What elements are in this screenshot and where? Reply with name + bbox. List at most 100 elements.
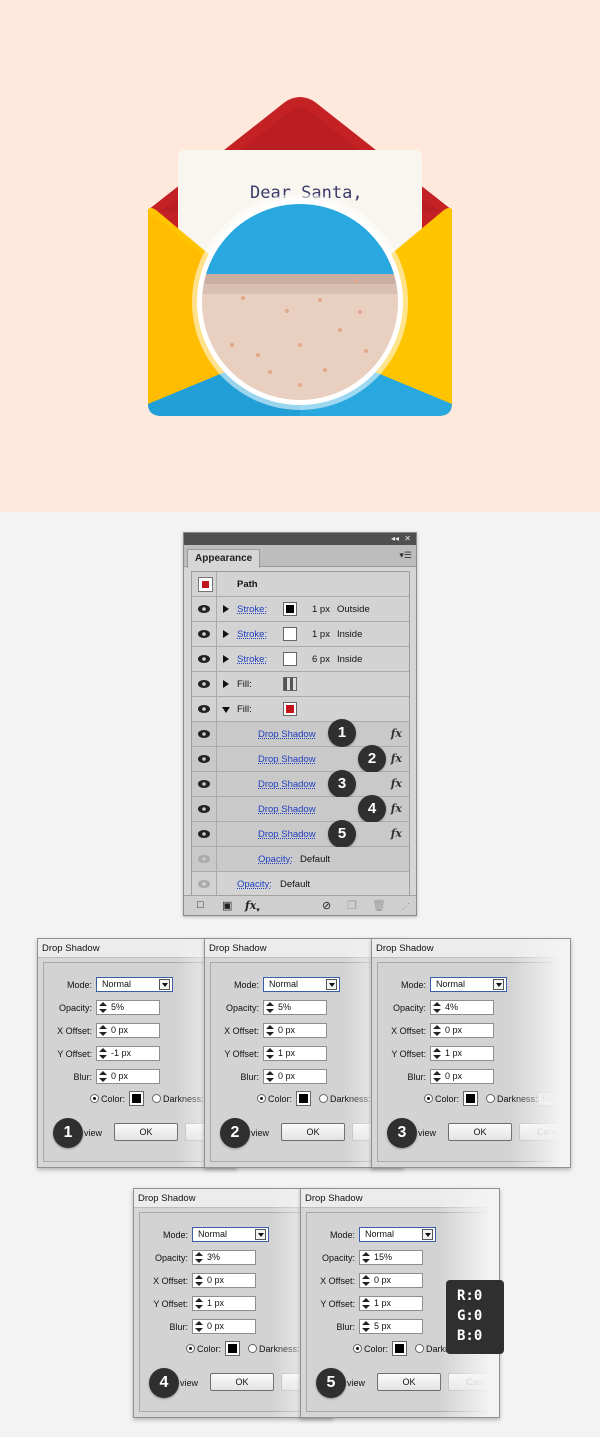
shadow-color-swatch[interactable]: [463, 1091, 478, 1106]
preview-label[interactable]: view: [418, 1128, 436, 1138]
y-offset-field[interactable]: 1 px: [430, 1046, 494, 1061]
drop-shadow-link[interactable]: Drop Shadow: [258, 754, 316, 765]
stepper-icon[interactable]: [433, 1002, 441, 1013]
path-opacity-row[interactable]: Opacity: Default: [192, 872, 409, 897]
duplicate-item-icon[interactable]: ❐: [347, 899, 357, 912]
visibility-eye-icon[interactable]: [198, 755, 210, 763]
add-stroke-icon[interactable]: □: [197, 899, 204, 911]
chevron-down-icon[interactable]: [255, 1229, 266, 1240]
shadow-color-swatch[interactable]: [392, 1341, 407, 1356]
shadow-color-swatch[interactable]: [129, 1091, 144, 1106]
darkness-radio[interactable]: [319, 1094, 328, 1103]
expand-triangle-icon[interactable]: [223, 680, 229, 688]
visibility-eye-icon[interactable]: [198, 805, 210, 813]
effect-row-drop-shadow[interactable]: Drop Shadow 1 fx: [192, 719, 409, 747]
stepper-icon[interactable]: [99, 1002, 107, 1013]
preview-label[interactable]: view: [84, 1128, 102, 1138]
stroke-link[interactable]: Stroke:: [237, 654, 267, 665]
visibility-eye-icon[interactable]: [198, 855, 210, 863]
appearance-row-stroke[interactable]: Stroke: 1 px Outside: [192, 597, 409, 622]
x-offset-field[interactable]: 0 px: [359, 1273, 423, 1288]
stepper-icon[interactable]: [362, 1298, 370, 1309]
darkness-radio[interactable]: [248, 1344, 257, 1353]
x-offset-field[interactable]: 0 px: [96, 1023, 160, 1038]
expand-triangle-icon[interactable]: [223, 655, 229, 663]
appearance-row-stroke[interactable]: Stroke: 1 px Inside: [192, 622, 409, 647]
opacity-field[interactable]: 5%: [263, 1000, 327, 1015]
clear-appearance-icon[interactable]: ⊘: [322, 899, 331, 912]
stepper-icon[interactable]: [266, 1048, 274, 1059]
visibility-eye-icon[interactable]: [198, 730, 210, 738]
stepper-icon[interactable]: [99, 1048, 107, 1059]
fx-icon[interactable]: fx: [391, 777, 402, 790]
blur-field[interactable]: 0 px: [96, 1069, 160, 1084]
darkness-radio[interactable]: [152, 1094, 161, 1103]
color-radio[interactable]: [424, 1094, 433, 1103]
x-offset-field[interactable]: 0 px: [192, 1273, 256, 1288]
mode-select[interactable]: Normal: [359, 1227, 436, 1242]
darkness-radio[interactable]: [415, 1344, 424, 1353]
opacity-field[interactable]: 5%: [96, 1000, 160, 1015]
ok-button[interactable]: OK: [114, 1123, 178, 1141]
color-radio[interactable]: [90, 1094, 99, 1103]
stroke-link[interactable]: Stroke:: [237, 604, 267, 615]
stepper-icon[interactable]: [433, 1025, 441, 1036]
y-offset-field[interactable]: 1 px: [192, 1296, 256, 1311]
stroke-color-swatch[interactable]: [283, 652, 297, 666]
visibility-eye-icon[interactable]: [198, 605, 210, 613]
chevron-down-icon[interactable]: [159, 979, 170, 990]
stepper-icon[interactable]: [362, 1275, 370, 1286]
tab-appearance[interactable]: Appearance: [187, 549, 261, 568]
fill-opacity-row[interactable]: Opacity: Default: [192, 847, 409, 872]
stepper-icon[interactable]: [195, 1275, 203, 1286]
stroke-link[interactable]: Stroke:: [237, 629, 267, 640]
x-offset-field[interactable]: 0 px: [430, 1023, 494, 1038]
stepper-icon[interactable]: [195, 1252, 203, 1263]
stepper-icon[interactable]: [266, 1002, 274, 1013]
chevron-down-icon[interactable]: [422, 1229, 433, 1240]
effect-row-drop-shadow[interactable]: Drop Shadow 4 fx: [192, 795, 409, 823]
blur-field[interactable]: 5 px: [359, 1319, 423, 1334]
color-radio[interactable]: [353, 1344, 362, 1353]
blur-field[interactable]: 0 px: [263, 1069, 327, 1084]
ok-button[interactable]: OK: [281, 1123, 345, 1141]
y-offset-field[interactable]: 1 px: [263, 1046, 327, 1061]
stepper-icon[interactable]: [433, 1071, 441, 1082]
drop-shadow-link[interactable]: Drop Shadow: [258, 829, 316, 840]
preview-label[interactable]: view: [347, 1378, 365, 1388]
delete-item-icon[interactable]: 🗑: [372, 899, 386, 912]
stepper-icon[interactable]: [266, 1025, 274, 1036]
visibility-eye-icon[interactable]: [198, 630, 210, 638]
resize-grip-icon[interactable]: ⋰: [402, 902, 410, 911]
fx-menu-icon[interactable]: fx▾: [245, 899, 260, 914]
expand-triangle-icon[interactable]: [223, 630, 229, 638]
visibility-eye-icon[interactable]: [198, 705, 210, 713]
stepper-icon[interactable]: [195, 1321, 203, 1332]
ok-button[interactable]: OK: [448, 1123, 512, 1141]
opacity-link[interactable]: Opacity:: [258, 854, 293, 865]
appearance-row-stroke[interactable]: Stroke: 6 px Inside: [192, 647, 409, 672]
expand-triangle-icon[interactable]: [223, 605, 229, 613]
y-offset-field[interactable]: 1 px: [359, 1296, 423, 1311]
drop-shadow-link[interactable]: Drop Shadow: [258, 729, 316, 740]
effect-row-drop-shadow[interactable]: Drop Shadow 2 fx: [192, 745, 409, 773]
y-offset-field[interactable]: -1 px: [96, 1046, 160, 1061]
shadow-color-swatch[interactable]: [225, 1341, 240, 1356]
fx-icon[interactable]: fx: [391, 752, 402, 765]
chevron-down-icon[interactable]: [493, 979, 504, 990]
effect-row-drop-shadow[interactable]: Drop Shadow 5 fx: [192, 820, 409, 848]
stepper-icon[interactable]: [266, 1071, 274, 1082]
preview-label[interactable]: view: [180, 1378, 198, 1388]
opacity-link[interactable]: Opacity:: [237, 879, 272, 890]
stroke-color-swatch[interactable]: [283, 627, 297, 641]
stepper-icon[interactable]: [362, 1321, 370, 1332]
stepper-icon[interactable]: [99, 1025, 107, 1036]
pattern-fill-swatch[interactable]: [283, 677, 297, 691]
preview-label[interactable]: view: [251, 1128, 269, 1138]
mode-select[interactable]: Normal: [96, 977, 173, 992]
opacity-field[interactable]: 15%: [359, 1250, 423, 1265]
appearance-row-fill[interactable]: Fill:: [192, 672, 409, 697]
visibility-eye-icon[interactable]: [198, 780, 210, 788]
panel-menu-icon[interactable]: ▾☰: [399, 550, 412, 561]
opacity-field[interactable]: 3%: [192, 1250, 256, 1265]
